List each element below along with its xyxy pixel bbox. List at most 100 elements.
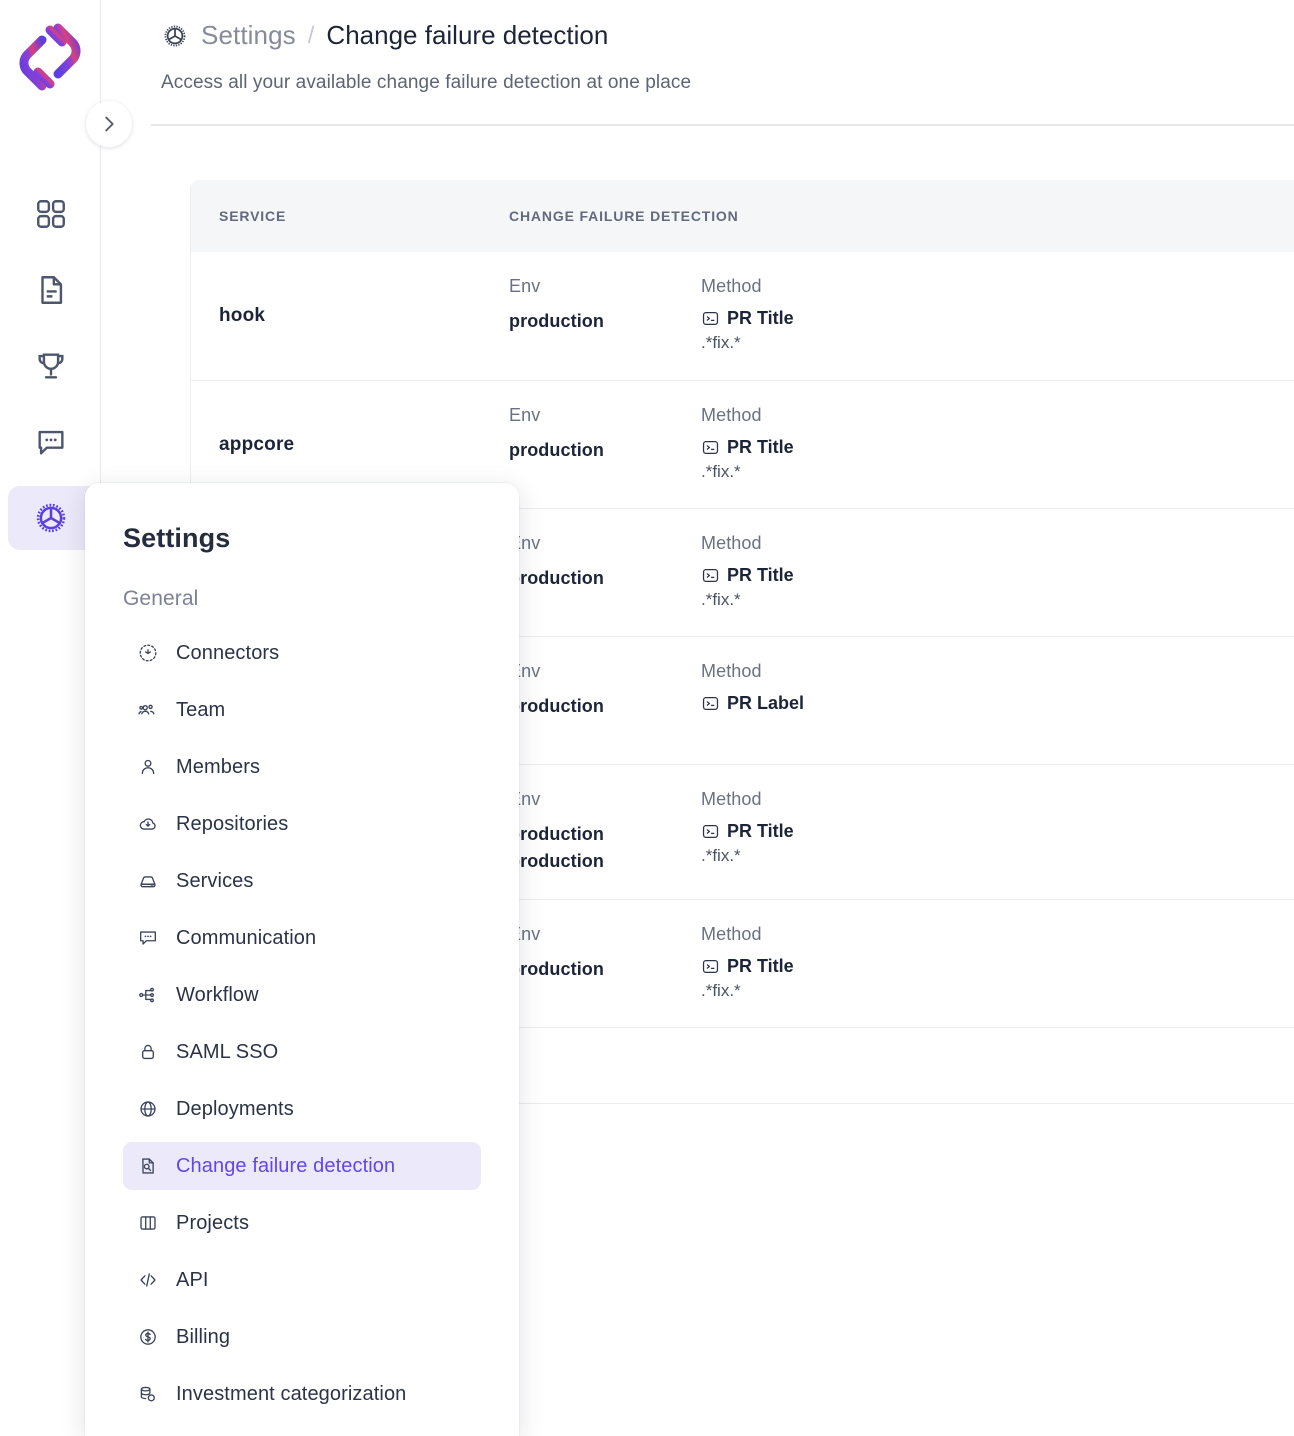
env-value: production bbox=[509, 568, 604, 588]
settings-menu-item-label: Connectors bbox=[176, 641, 280, 664]
settings-menu-item-billing[interactable]: Billing bbox=[123, 1313, 481, 1361]
settings-menu-item-members[interactable]: Members bbox=[123, 743, 481, 791]
env-value: production bbox=[509, 440, 604, 460]
settings-menu-item-saml-sso[interactable]: SAML SSO bbox=[123, 1028, 481, 1076]
method-value-row: PR Title bbox=[701, 565, 961, 586]
env-group: Env production bbox=[509, 661, 701, 740]
cell-service-name: hook bbox=[219, 305, 266, 326]
cell-change-failure-detection: Env production Method PR Title .*fix.* bbox=[509, 381, 1294, 508]
env-value: production bbox=[509, 851, 604, 871]
settings-menu-item-workflow[interactable]: Workflow bbox=[123, 971, 481, 1019]
settings-menu-item-change-failure-detection[interactable]: Change failure detection bbox=[123, 1142, 481, 1190]
settings-menu-item-label: Change failure detection bbox=[176, 1154, 396, 1177]
database-icon bbox=[137, 1383, 159, 1405]
settings-menu-item-investment-categorization[interactable]: Investment categorization bbox=[123, 1370, 481, 1418]
flyout-title: Settings bbox=[123, 523, 231, 553]
cell-change-failure-detection: Env production Method PR Title .*fix.* bbox=[509, 509, 1294, 636]
terminal-icon bbox=[701, 438, 720, 457]
settings-menu-item-label: Members bbox=[176, 755, 261, 778]
settings-menu-item-api[interactable]: API bbox=[123, 1256, 481, 1304]
terminal-icon bbox=[701, 694, 720, 713]
method-label: Method bbox=[701, 405, 762, 425]
page-subtitle: Access all your available change failure… bbox=[161, 72, 692, 93]
breadcrumb-separator: / bbox=[307, 21, 315, 49]
column-header-change-failure-detection: CHANGE FAILURE DETECTION bbox=[509, 208, 739, 224]
method-group: Method PR Title .*fix.* bbox=[701, 405, 961, 484]
env-value: production bbox=[509, 696, 604, 716]
settings-menu-item-label: SAML SSO bbox=[176, 1040, 279, 1063]
env-group: Env production bbox=[509, 533, 701, 612]
env-value: production bbox=[509, 959, 604, 979]
settings-menu-item-services[interactable]: Services bbox=[123, 857, 481, 905]
column-header-service: SERVICE bbox=[219, 208, 287, 224]
method-regex: .*fix.* bbox=[701, 846, 741, 865]
settings-menu-item-label: Billing bbox=[176, 1325, 231, 1348]
settings-menu-item-label: Workflow bbox=[176, 983, 259, 1006]
sidebar-item-dashboard[interactable] bbox=[0, 176, 101, 252]
env-label: Env bbox=[509, 789, 541, 809]
flyout-section-label: General bbox=[123, 587, 199, 610]
collapse-sidebar-button[interactable] bbox=[86, 101, 132, 147]
terminal-icon bbox=[701, 309, 720, 328]
grid-icon bbox=[36, 200, 65, 228]
method-regex: .*fix.* bbox=[701, 333, 741, 352]
method-label: Method bbox=[701, 661, 762, 681]
method-group: Method PR Title .*fix.* bbox=[701, 276, 961, 356]
env-label: Env bbox=[509, 924, 541, 944]
settings-menu-item-repositories[interactable]: Repositories bbox=[123, 800, 481, 848]
cloud-download-icon bbox=[137, 813, 159, 835]
cell-change-failure-detection: Env production Method PR Title .*fix.* bbox=[509, 252, 1294, 380]
code-icon bbox=[137, 1269, 159, 1291]
table-row[interactable]: hook Env production Method PR Title .*fix.* bbox=[191, 252, 1294, 381]
settings-flyout-panel: Settings General Connectors Team Members Re… bbox=[85, 483, 519, 1436]
sidebar-item-goals[interactable] bbox=[0, 328, 101, 404]
chat-bubble-icon bbox=[37, 430, 64, 455]
settings-menu-item-label: Projects bbox=[176, 1211, 250, 1234]
method-group: Method PR Label bbox=[701, 661, 961, 740]
settings-menu-item-projects[interactable]: Projects bbox=[123, 1199, 481, 1247]
settings-menu-item-label: Communication bbox=[176, 926, 317, 949]
header-divider bbox=[151, 124, 1294, 126]
env-label: Env bbox=[509, 405, 541, 425]
breadcrumb-parent[interactable]: Settings bbox=[201, 20, 296, 51]
method-label: Method bbox=[701, 276, 762, 296]
method-name: PR Label bbox=[727, 693, 805, 713]
env-group: Env production bbox=[509, 405, 701, 484]
method-value-row: PR Label bbox=[701, 693, 961, 714]
settings-menu-item-communication[interactable]: Communication bbox=[123, 914, 481, 962]
settings-menu-item-connectors[interactable]: Connectors bbox=[123, 629, 481, 677]
cell-change-failure-detection: Env production Method PR Label bbox=[509, 637, 1294, 764]
method-value-row: PR Title bbox=[701, 437, 961, 458]
method-group: Method PR Title .*fix.* bbox=[701, 789, 961, 875]
settings-menu-item-deployments[interactable]: Deployments bbox=[123, 1085, 481, 1133]
method-value-row: PR Title bbox=[701, 308, 961, 329]
method-group: Method PR Title .*fix.* bbox=[701, 533, 961, 612]
settings-menu-item-label: Investment categorization bbox=[176, 1382, 407, 1405]
cell-change-failure-detection: Env production Method PR Title .*fix.* bbox=[509, 900, 1294, 1027]
document-icon bbox=[40, 276, 62, 304]
sidebar-item-reports[interactable] bbox=[0, 252, 101, 328]
sidebar-item-feedback[interactable] bbox=[0, 404, 101, 480]
chevron-right-icon bbox=[105, 116, 114, 132]
settings-menu-item-team[interactable]: Team bbox=[123, 686, 481, 734]
method-regex: .*fix.* bbox=[701, 590, 741, 609]
dollar-circle-icon bbox=[137, 1326, 159, 1348]
globe-icon bbox=[137, 1098, 159, 1120]
trophy-icon bbox=[37, 353, 64, 379]
settings-menu-item-label: Deployments bbox=[176, 1097, 294, 1120]
table-header-row: SERVICE CHANGE FAILURE DETECTION bbox=[191, 180, 1294, 252]
columns-icon bbox=[137, 1212, 159, 1234]
settings-menu-item-label: Team bbox=[176, 698, 226, 721]
page-title: Change failure detection bbox=[326, 20, 609, 50]
gear-icon bbox=[161, 22, 189, 50]
method-value-row: PR Title bbox=[701, 956, 961, 977]
method-name: PR Title bbox=[727, 821, 794, 841]
method-label: Method bbox=[701, 924, 762, 944]
env-group: Env production bbox=[509, 276, 701, 356]
terminal-icon bbox=[701, 822, 720, 841]
team-icon bbox=[137, 699, 159, 721]
settings-menu-item-label: Repositories bbox=[176, 812, 289, 835]
method-group: Method PR Title .*fix.* bbox=[701, 924, 961, 1003]
settings-menu-item-label: API bbox=[176, 1268, 209, 1291]
app-logo[interactable] bbox=[14, 16, 86, 98]
